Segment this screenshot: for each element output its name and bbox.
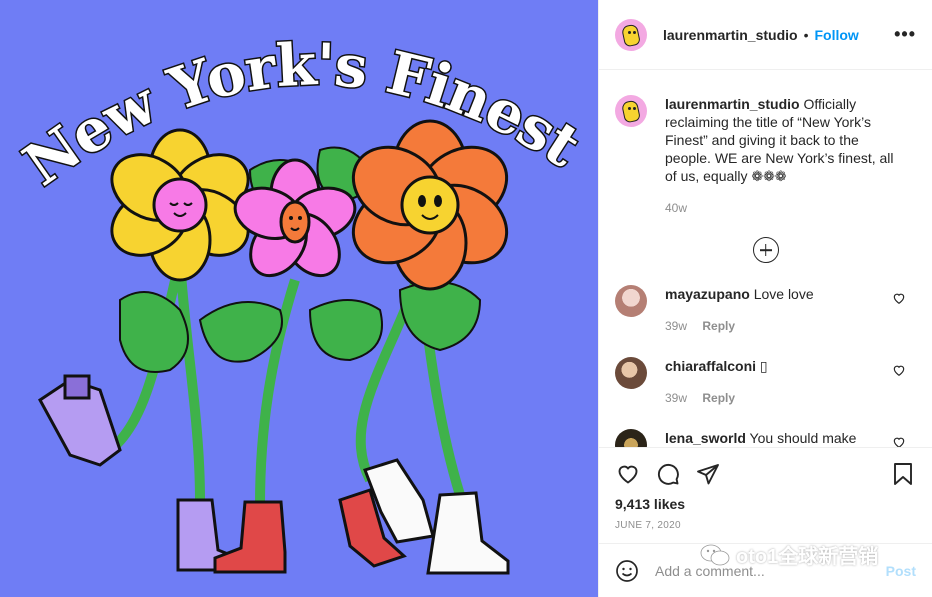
bookmark-icon xyxy=(894,463,912,485)
caption: laurenmartin_studio Officially reclaimin… xyxy=(615,95,916,217)
reply-button[interactable]: Reply xyxy=(702,319,735,333)
comment-icon xyxy=(657,463,679,485)
emoji-icon[interactable] xyxy=(615,559,639,583)
comment-username[interactable]: lena_sworld xyxy=(665,430,746,446)
load-more-comments-button[interactable] xyxy=(752,237,779,263)
comment-button[interactable] xyxy=(655,461,681,487)
comment-time[interactable]: 39w xyxy=(665,391,687,405)
save-button[interactable] xyxy=(890,461,916,487)
caption-meta: 40w xyxy=(665,199,897,217)
share-button[interactable] xyxy=(695,461,721,487)
post-date[interactable]: JUNE 7, 2020 xyxy=(615,520,916,531)
comment-time[interactable]: 39w xyxy=(665,319,687,333)
post-side-panel: laurenmartin_studio • Follow ••• laurenm… xyxy=(598,0,932,597)
follow-button[interactable]: Follow xyxy=(815,27,859,43)
comment-text: You should make xyxy=(745,430,857,446)
post-header: laurenmartin_studio • Follow ••• xyxy=(599,0,932,70)
post-illustration: New York's Finest xyxy=(0,0,598,597)
comment-input[interactable] xyxy=(655,562,886,579)
avatar[interactable] xyxy=(615,357,647,389)
separator-dot: • xyxy=(803,26,809,43)
caption-body: laurenmartin_studio Officially reclaimin… xyxy=(665,95,897,217)
comment-username[interactable]: chiaraffalconi xyxy=(665,358,756,374)
comments-section[interactable]: laurenmartin_studio Officially reclaimin… xyxy=(599,71,932,447)
caption-username[interactable]: laurenmartin_studio xyxy=(665,96,800,112)
reply-button[interactable]: Reply xyxy=(702,391,735,405)
comment-text: ▯ xyxy=(756,358,768,374)
heart-icon[interactable] xyxy=(892,291,906,305)
more-options-icon[interactable]: ••• xyxy=(894,24,916,45)
likes-count[interactable]: 9,413 likes xyxy=(615,496,916,512)
heart-icon xyxy=(618,465,638,484)
avatar[interactable] xyxy=(615,285,647,317)
caption-time[interactable]: 40w xyxy=(665,201,687,215)
comment-username[interactable]: mayazupano xyxy=(665,286,750,302)
comment-item: chiaraffalconi ▯ 39w Reply xyxy=(615,357,916,407)
comment-item: lena_sworld You should make xyxy=(615,429,916,447)
comment-text: Love love xyxy=(749,286,814,302)
avatar[interactable] xyxy=(615,18,647,51)
header-username[interactable]: laurenmartin_studio xyxy=(663,27,798,43)
comment-item: mayazupano Love love 39w Reply xyxy=(615,285,916,335)
heart-icon[interactable] xyxy=(892,435,906,447)
post-actions: 9,413 likes JUNE 7, 2020 xyxy=(599,447,932,543)
post-image[interactable]: New York's Finest xyxy=(0,0,598,597)
avatar[interactable] xyxy=(615,95,647,127)
add-comment-bar: Post xyxy=(599,543,932,597)
avatar[interactable] xyxy=(615,429,647,447)
like-button[interactable] xyxy=(615,461,641,487)
post-button[interactable]: Post xyxy=(886,563,916,579)
heart-icon[interactable] xyxy=(892,363,906,377)
share-icon xyxy=(697,464,719,485)
